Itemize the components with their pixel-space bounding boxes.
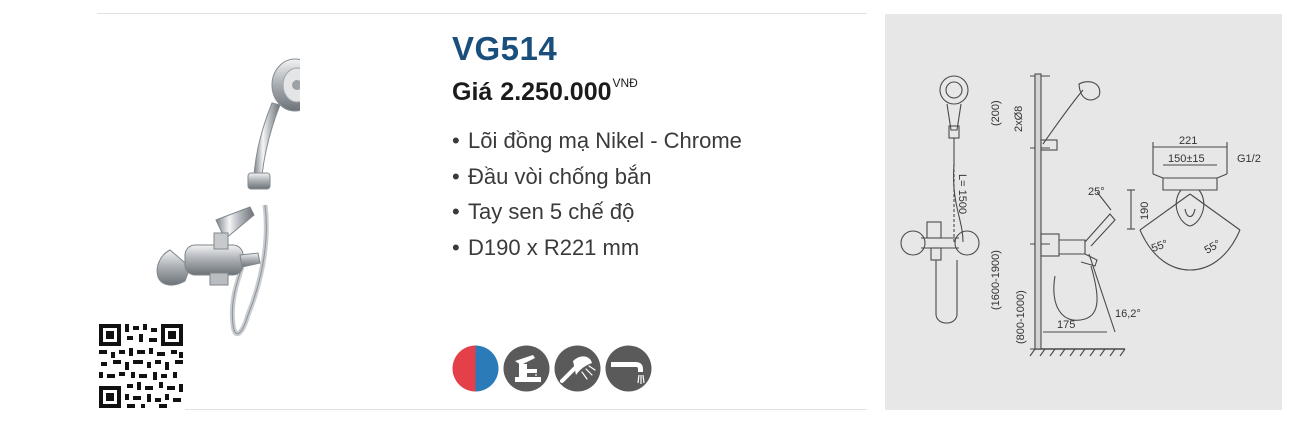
price-label: Giá <box>452 78 493 106</box>
side-view <box>1029 73 1126 357</box>
dim-190: 190 <box>1139 202 1151 220</box>
feature-item: • Đầu vòi chống bắn <box>452 163 652 189</box>
dim-16-2deg: 16,2° <box>1115 308 1141 320</box>
dim-25deg: 25° <box>1088 186 1105 198</box>
price: Giá 2.250.000VNĐ <box>452 76 638 107</box>
dim-221: 221 <box>1179 135 1197 147</box>
faucet-icon <box>503 345 550 392</box>
dim-200: (200) <box>990 100 1002 126</box>
bottom-divider <box>97 409 867 410</box>
dim-2x08: 2xØ8 <box>1013 106 1025 132</box>
technical-drawing-svg: (200) 2xØ8 L= 1500 25° (1600-1900) (800-… <box>900 73 1261 357</box>
price-value: 2.250.000 <box>500 78 612 106</box>
feature-icons <box>452 345 652 392</box>
feature-item: • Tay sen 5 chế độ <box>452 199 635 224</box>
dim-1600-1900: (1600-1900) <box>990 250 1002 310</box>
dim-55deg-right: 55° <box>1203 238 1223 257</box>
hot-cold-icon <box>452 345 499 392</box>
top-divider <box>97 13 867 14</box>
dim-800-1000: (800-1000) <box>1015 290 1027 344</box>
feature-item: • Lõi đồng mạ Nikel - Chrome <box>452 128 742 153</box>
feature-list: • Lõi đồng mạ Nikel - Chrome • Đầu vòi chố… <box>452 126 742 268</box>
spout-icon <box>605 345 652 392</box>
qr-code <box>97 322 185 410</box>
dim-g12: G1/2 <box>1237 153 1261 165</box>
dim-55deg-left: 55° <box>1150 238 1170 255</box>
dim-150: 150±15 <box>1168 153 1205 165</box>
product-photo <box>156 58 300 337</box>
dim-175: 175 <box>1057 319 1075 331</box>
dim-hose-length: L= 1500 <box>956 174 968 214</box>
feature-item: • D190 x R221 mm <box>452 234 640 260</box>
product-model: VG514 <box>452 30 558 67</box>
technical-drawing: (200) 2xØ8 L= 1500 25° (1600-1900) (800-… <box>885 14 1282 410</box>
price-currency: VNĐ <box>612 76 638 90</box>
shower-head-icon <box>554 345 601 392</box>
